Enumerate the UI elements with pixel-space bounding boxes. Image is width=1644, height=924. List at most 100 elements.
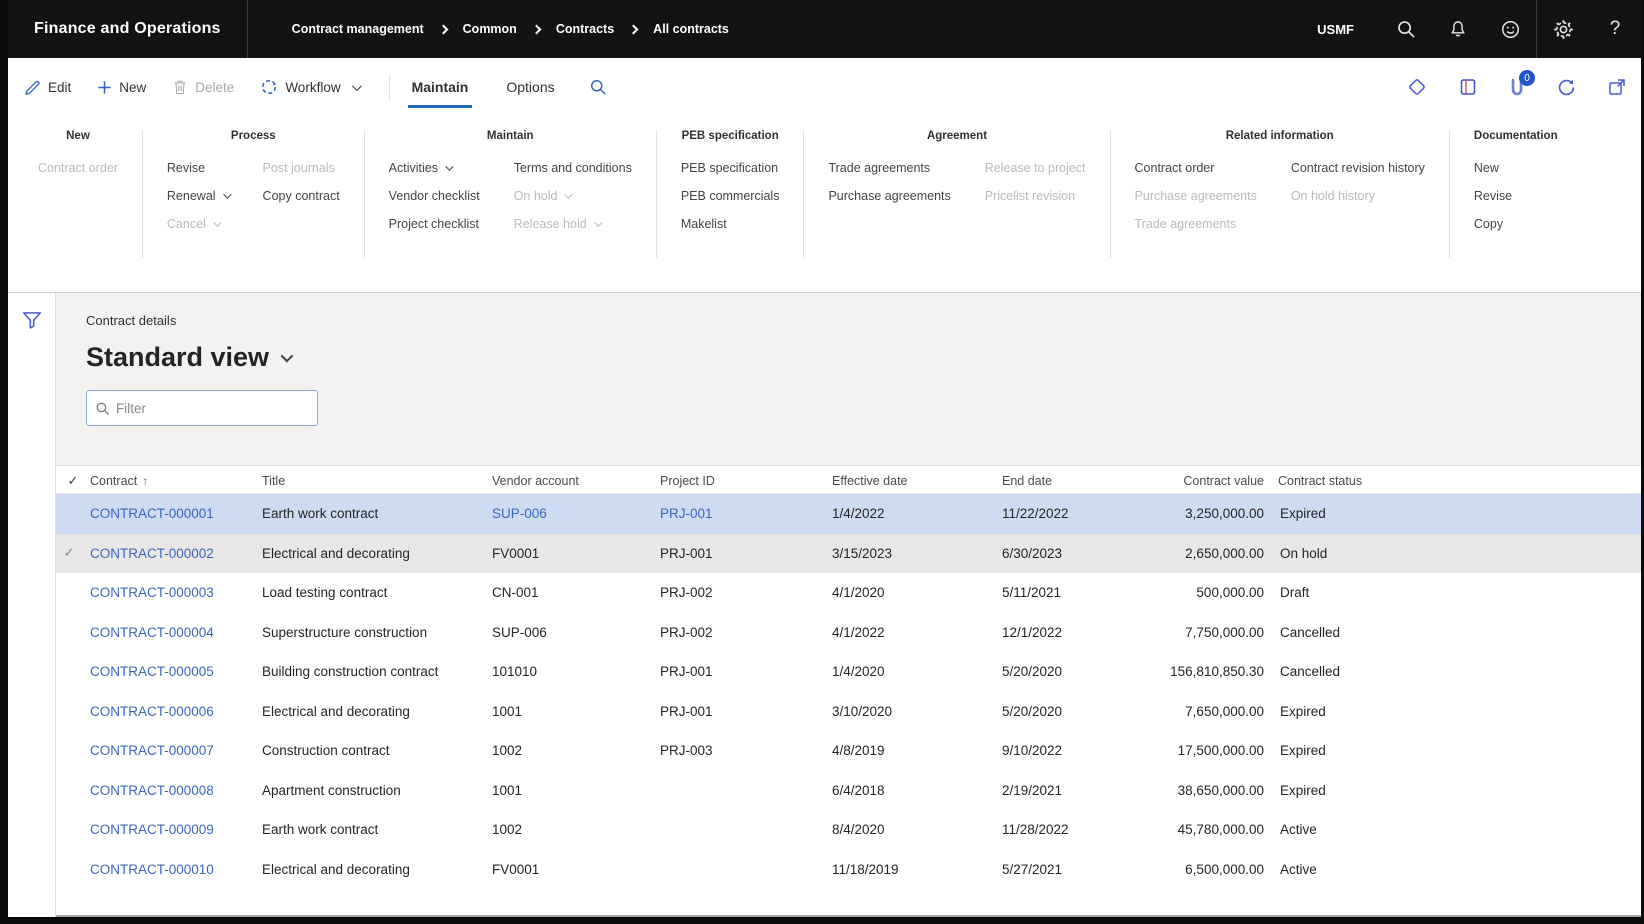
table-row[interactable]: CONTRACT-000009Earth work contract10028/… bbox=[56, 810, 1641, 850]
cell-contract[interactable]: CONTRACT-000002 bbox=[90, 546, 262, 561]
table-row[interactable]: CONTRACT-000001Earth work contractSUP-00… bbox=[56, 494, 1641, 534]
cell-effective: 1/4/2022 bbox=[832, 506, 1002, 521]
cell-contract[interactable]: CONTRACT-000010 bbox=[90, 862, 262, 877]
cell-contract[interactable]: CONTRACT-000006 bbox=[90, 704, 262, 719]
ribbon-item-contract-order[interactable]: Contract order bbox=[1135, 154, 1257, 182]
table-row[interactable]: CONTRACT-000005Building construction con… bbox=[56, 652, 1641, 692]
ribbon-item-vendor-checklist[interactable]: Vendor checklist bbox=[389, 182, 480, 210]
table-row[interactable]: CONTRACT-000003Load testing contractCN-0… bbox=[56, 573, 1641, 613]
notifications-bell-icon[interactable] bbox=[1432, 0, 1484, 58]
ribbon-item-purchase-agreements[interactable]: Purchase agreements bbox=[828, 182, 950, 210]
row-checkmark[interactable]: ✓ bbox=[56, 545, 90, 561]
column-header-title[interactable]: Title bbox=[262, 474, 492, 488]
tab-maintain[interactable]: Maintain bbox=[408, 58, 473, 116]
ribbon-item-terms-and-conditions[interactable]: Terms and conditions bbox=[514, 154, 632, 182]
column-header-vendor-account[interactable]: Vendor account bbox=[492, 474, 660, 488]
table-row[interactable]: CONTRACT-000010Electrical and decorating… bbox=[56, 850, 1641, 890]
column-header-end-date[interactable]: End date bbox=[1002, 474, 1160, 488]
open-in-new-window-icon[interactable] bbox=[1607, 77, 1627, 97]
cell-status: Active bbox=[1278, 822, 1443, 837]
filter-funnel-icon[interactable] bbox=[21, 309, 43, 917]
cell-contract[interactable]: CONTRACT-000003 bbox=[90, 585, 262, 600]
cell-contract[interactable]: CONTRACT-000005 bbox=[90, 664, 262, 679]
ribbon-item-trade-agreements[interactable]: Trade agreements bbox=[828, 154, 950, 182]
ribbon-item-peb-specification[interactable]: PEB specification bbox=[681, 154, 780, 182]
ribbon-group-related-information: Related informationContract orderPurchas… bbox=[1111, 130, 1450, 258]
company-picker[interactable]: USMF bbox=[1317, 22, 1354, 37]
cell-project: PRJ-002 bbox=[660, 625, 832, 640]
cell-contract[interactable]: CONTRACT-000009 bbox=[90, 822, 262, 837]
ribbon-item-makelist[interactable]: Makelist bbox=[681, 210, 780, 238]
new-button[interactable]: New bbox=[97, 80, 146, 95]
app-title[interactable]: Finance and Operations bbox=[8, 20, 247, 38]
cell-title: Electrical and decorating bbox=[262, 862, 492, 877]
cell-title: Earth work contract bbox=[262, 506, 492, 521]
ribbon-item-project-checklist[interactable]: Project checklist bbox=[389, 210, 480, 238]
workflow-cycle-icon bbox=[260, 78, 278, 96]
column-header-effective-date[interactable]: Effective date bbox=[832, 474, 1002, 488]
cell-vendor[interactable]: SUP-006 bbox=[492, 506, 660, 521]
ribbon-item-copy-contract[interactable]: Copy contract bbox=[263, 182, 340, 210]
cell-contract[interactable]: CONTRACT-000004 bbox=[90, 625, 262, 640]
office-book-icon[interactable] bbox=[1458, 77, 1478, 97]
table-row[interactable]: CONTRACT-000006Electrical and decorating… bbox=[56, 692, 1641, 732]
table-row[interactable]: CONTRACT-000004Superstructure constructi… bbox=[56, 613, 1641, 653]
feedback-smiley-icon[interactable] bbox=[1484, 0, 1536, 58]
settings-gear-icon[interactable] bbox=[1537, 0, 1589, 58]
chevron-down-icon bbox=[445, 162, 453, 170]
cell-effective: 6/4/2018 bbox=[832, 783, 1002, 798]
cell-title: Superstructure construction bbox=[262, 625, 492, 640]
column-header-contract-value[interactable]: Contract value bbox=[1160, 474, 1278, 488]
refresh-icon[interactable] bbox=[1556, 77, 1577, 98]
ribbon-item-activities[interactable]: Activities bbox=[389, 154, 480, 182]
cell-end: 11/22/2022 bbox=[1002, 506, 1160, 521]
attachments-icon[interactable]: 0 bbox=[1508, 77, 1526, 97]
tab-options-label: Options bbox=[506, 79, 554, 95]
power-apps-icon[interactable] bbox=[1406, 76, 1428, 98]
search-icon[interactable] bbox=[1380, 0, 1432, 58]
quick-filter[interactable] bbox=[86, 390, 318, 426]
cell-value: 38,650,000.00 bbox=[1160, 783, 1278, 798]
chevron-down-icon bbox=[223, 190, 231, 198]
breadcrumb-section[interactable]: Contracts bbox=[556, 22, 614, 36]
column-header-project-id[interactable]: Project ID bbox=[660, 474, 832, 488]
edit-button[interactable]: Edit bbox=[24, 79, 71, 96]
cell-contract[interactable]: CONTRACT-000008 bbox=[90, 783, 262, 798]
cell-end: 6/30/2023 bbox=[1002, 546, 1160, 561]
help-icon[interactable]: ? bbox=[1589, 0, 1641, 58]
view-selector[interactable]: Standard view bbox=[86, 342, 1641, 373]
column-header-contract-status[interactable]: Contract status bbox=[1278, 474, 1443, 488]
cell-project[interactable]: PRJ-001 bbox=[660, 506, 832, 521]
topbar-actions: USMF ? bbox=[1317, 0, 1641, 58]
ribbon-item-revise[interactable]: Revise bbox=[167, 154, 229, 182]
tab-options[interactable]: Options bbox=[502, 58, 558, 116]
breadcrumb: Contract management Common Contracts All… bbox=[292, 22, 729, 36]
ribbon-item-contract-revision-history[interactable]: Contract revision history bbox=[1291, 154, 1425, 182]
ribbon-group-peb-specification: PEB specificationPEB specificationPEB co… bbox=[657, 130, 805, 258]
cell-value: 6,500,000.00 bbox=[1160, 862, 1278, 877]
select-all-checkmark[interactable]: ✓ bbox=[56, 473, 90, 489]
grid-header: ✓Contract↑TitleVendor accountProject IDE… bbox=[56, 468, 1641, 494]
page-header: Contract details Standard view bbox=[56, 293, 1641, 465]
table-row[interactable]: CONTRACT-000008Apartment construction100… bbox=[56, 771, 1641, 811]
ribbon-item-copy[interactable]: Copy bbox=[1474, 210, 1512, 238]
table-row[interactable]: CONTRACT-000007Construction contract1002… bbox=[56, 731, 1641, 771]
breadcrumb-area[interactable]: Common bbox=[463, 22, 517, 36]
cell-contract[interactable]: CONTRACT-000001 bbox=[90, 506, 262, 521]
actionbar-search-icon[interactable] bbox=[589, 78, 607, 96]
breadcrumb-module[interactable]: Contract management bbox=[292, 22, 424, 36]
sort-ascending-icon: ↑ bbox=[142, 474, 148, 488]
cell-vendor: SUP-006 bbox=[492, 625, 660, 640]
ribbon-item-revise[interactable]: Revise bbox=[1474, 182, 1512, 210]
ribbon-item-renewal[interactable]: Renewal bbox=[167, 182, 229, 210]
filter-input[interactable] bbox=[116, 401, 309, 416]
table-row[interactable]: ✓CONTRACT-000002Electrical and decoratin… bbox=[56, 534, 1641, 574]
column-header-contract[interactable]: Contract↑ bbox=[90, 474, 262, 488]
search-icon bbox=[95, 401, 110, 416]
ribbon-group-agreement: AgreementTrade agreementsPurchase agreem… bbox=[804, 130, 1110, 258]
workflow-button[interactable]: Workflow bbox=[260, 78, 358, 96]
breadcrumb-page[interactable]: All contracts bbox=[653, 22, 729, 36]
ribbon-item-peb-commercials[interactable]: PEB commercials bbox=[681, 182, 780, 210]
ribbon-item-new[interactable]: New bbox=[1474, 154, 1512, 182]
cell-contract[interactable]: CONTRACT-000007 bbox=[90, 743, 262, 758]
